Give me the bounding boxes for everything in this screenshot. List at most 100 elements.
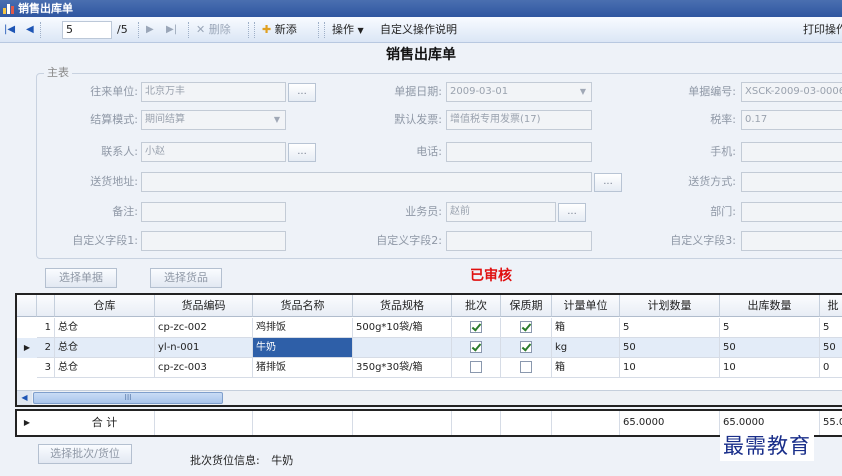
contact-field[interactable]: 小赵 [141,142,286,162]
detail-grid[interactable]: 仓库 货品编码 货品名称 货品规格 批次 保质期 计量单位 计划数量 出库数量 … [15,293,842,407]
extra-cell[interactable]: 0 [820,358,842,378]
extra-cell[interactable]: 50 [820,338,842,358]
salesman-field[interactable]: 赵前 [446,202,556,222]
select-goods-button[interactable]: 选择货品 [150,268,222,288]
batch-cell[interactable] [452,318,501,338]
doc-date-label: 单据日期: [394,85,442,98]
doc-no-label: 单据编号: [688,85,736,98]
out-qty-cell[interactable]: 50 [720,338,820,358]
column-header[interactable]: 批 [820,295,842,317]
prev-record-icon[interactable]: ◀ [26,22,34,38]
delete-button[interactable]: ✕ 删除 [196,22,231,38]
out-qty-cell[interactable]: 10 [720,358,820,378]
phone-field[interactable] [446,142,592,162]
extra-cell[interactable]: 5 [820,318,842,338]
scroll-left-icon[interactable]: ◀ [17,391,32,405]
address-lookup-button[interactable]: ... [594,173,622,192]
total-empty-cell [552,411,620,435]
unit-cell[interactable]: 箱 [552,318,620,338]
batch-cell[interactable] [452,338,501,358]
code-cell[interactable]: yl-n-001 [155,338,253,358]
batch-checkbox[interactable] [470,341,482,353]
name-cell[interactable]: 鸡排饭 [253,318,353,338]
record-position-input[interactable]: 5 [62,21,112,39]
doc-date-field[interactable]: 2009-03-01 ▼ [446,82,592,102]
invoice-field[interactable]: 增值税专用发票(17) [446,110,592,130]
column-header[interactable]: 货品规格 [353,295,452,317]
spec-cell[interactable]: 500g*10袋/箱 [353,318,452,338]
shelf-life-checkbox[interactable] [520,341,532,353]
chevron-down-icon[interactable]: ▼ [576,84,590,100]
table-row-selected[interactable]: ▶ 2 总仓 yl-n-001 牛奶 kg 50 50 50 [17,338,842,358]
spec-cell[interactable]: 350g*30袋/箱 [353,358,452,378]
first-record-icon[interactable]: |◀ [4,22,15,38]
plan-qty-cell[interactable]: 5 [620,318,720,338]
batch-checkbox[interactable] [470,321,482,333]
tax-field[interactable]: 0.17 [741,110,842,130]
unit-cell[interactable]: kg [552,338,620,358]
table-row[interactable]: 1 总仓 cp-zc-002 鸡排饭 500g*10袋/箱 箱 5 5 5 [17,318,842,338]
column-header[interactable]: 保质期 [501,295,552,317]
plan-qty-cell[interactable]: 10 [620,358,720,378]
batch-cell[interactable] [452,358,501,378]
shelf-cell[interactable] [501,358,552,378]
salesman-lookup-button[interactable]: ... [558,203,586,222]
total-plan-qty: 65.0000 [620,411,720,435]
invoice-label: 默认发票: [394,113,442,126]
column-header[interactable]: 货品名称 [253,295,353,317]
warehouse-cell[interactable]: 总仓 [55,338,155,358]
code-cell[interactable]: cp-zc-002 [155,318,253,338]
record-toolbar: |◀ ◀ 5 /5 ▶ ▶| ✕ 删除 ✚ 新添 操作 ▼ 自定义操作说明 打印… [0,17,842,43]
column-header[interactable]: 货品编码 [155,295,253,317]
ship-method-field[interactable] [741,172,842,192]
address-label: 送货地址: [90,175,138,188]
new-button[interactable]: ✚ 新添 [262,22,297,38]
chevron-down-icon[interactable]: ▼ [270,112,284,128]
table-row[interactable]: 3 总仓 cp-zc-003 猪排饭 350g*30袋/箱 箱 10 10 0 [17,358,842,378]
contact-lookup-button[interactable]: ... [288,143,316,162]
remark-field[interactable] [141,202,286,222]
operations-menu[interactable]: 操作 ▼ [332,22,364,38]
custom-ops-help-button[interactable]: 自定义操作说明 [380,22,457,38]
dept-field[interactable] [741,202,842,222]
code-cell[interactable]: cp-zc-003 [155,358,253,378]
select-batch-location-button[interactable]: 选择批次/货位 [38,444,132,464]
name-cell[interactable]: 猪排饭 [253,358,353,378]
total-empty-cell [501,411,552,435]
warehouse-cell[interactable]: 总仓 [55,318,155,338]
shelf-cell[interactable] [501,318,552,338]
settle-select[interactable]: 期间结算 ▼ [141,110,286,130]
spec-cell[interactable] [353,338,452,358]
batch-checkbox[interactable] [470,361,482,373]
unit-cell[interactable]: 箱 [552,358,620,378]
toolbar-separator [318,22,319,38]
plan-qty-cell[interactable]: 50 [620,338,720,358]
row-number: 2 [37,338,55,358]
mobile-field[interactable] [741,142,842,162]
name-cell-active[interactable]: 牛奶 [253,338,353,358]
doc-no-field[interactable]: XSCK-2009-03-0006 [741,82,842,102]
horizontal-scrollbar[interactable]: ◀ III [17,390,842,405]
custom3-field[interactable] [741,231,842,251]
shelf-life-checkbox[interactable] [520,361,532,373]
address-field[interactable] [141,172,592,192]
out-qty-cell[interactable]: 5 [720,318,820,338]
shelf-life-checkbox[interactable] [520,321,532,333]
next-record-icon[interactable]: ▶ [146,22,154,38]
column-header[interactable]: 计量单位 [552,295,620,317]
partner-field[interactable]: 北京万丰 [141,82,286,102]
select-doc-button[interactable]: 选择单据 [45,268,117,288]
custom2-field[interactable] [446,231,592,251]
last-record-icon[interactable]: ▶| [166,22,177,38]
column-header[interactable]: 仓库 [55,295,155,317]
phone-label: 电话: [416,145,442,158]
column-header[interactable]: 批次 [452,295,501,317]
column-header[interactable]: 出库数量 [720,295,820,317]
partner-lookup-button[interactable]: ... [288,83,316,102]
warehouse-cell[interactable]: 总仓 [55,358,155,378]
print-ops-button[interactable]: 打印操作 [803,22,842,38]
shelf-cell[interactable] [501,338,552,358]
scrollbar-thumb[interactable]: III [33,392,223,404]
custom1-field[interactable] [141,231,286,251]
column-header[interactable]: 计划数量 [620,295,720,317]
